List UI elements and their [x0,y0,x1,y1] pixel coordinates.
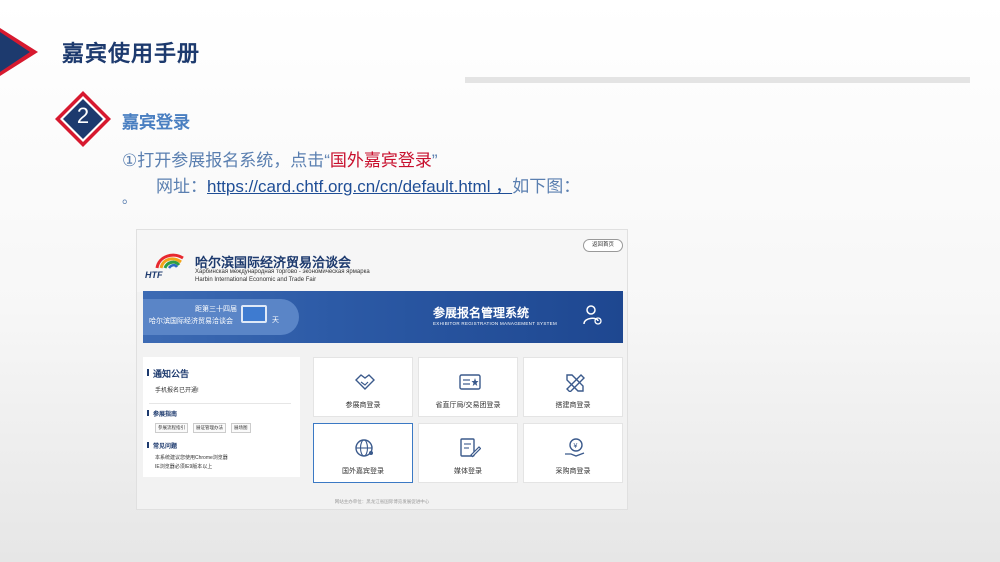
system-banner: 距第三十四届 哈尔滨国际经济贸易洽谈会 天 参展报名管理系统 EXHIBITOR… [143,291,623,343]
instruction-suffix: ” [431,151,438,170]
guide-tags: 参展流程指引 展证管理办法 展场图 [155,423,295,433]
tile-province-login[interactable]: 省直厅局/交易团登录 [418,357,518,417]
user-settings-icon [583,305,602,325]
countdown-line2: 哈尔滨国际经济贸易洽谈会 [149,318,233,325]
slide-title: 嘉宾使用手册 [62,41,201,66]
tile-media-login[interactable]: 媒体登录 [418,423,518,483]
countdown-unit: 天 [272,317,279,324]
document-pen-icon [460,438,481,458]
faq-line: 本系统建议您使用Chrome浏览器 [155,455,228,461]
countdown-days-box [241,305,267,323]
title-underline-bar [465,77,970,83]
notice-panel: 通知公告 手机报名已开通! 参展指南 参展流程指引 展证管理办法 展场图 常见问… [143,357,300,477]
tile-builder-login[interactable]: 搭建商登录 [523,357,623,417]
url-link[interactable]: https://card.chtf.org.cn/cn/default.html… [207,177,512,196]
tools-icon [566,374,585,392]
tile-label: 参展商登录 [345,402,381,409]
id-card-icon [459,374,481,390]
tile-buyer-login[interactable]: ¥ 采购商登录 [523,423,623,483]
faq-line: IE浏览器必须IE9版本以上 [155,464,213,470]
guide-tag[interactable]: 展场图 [231,423,251,433]
tile-exhibitor-login[interactable]: 参展商登录 [313,357,413,417]
tile-label: 媒体登录 [454,468,482,475]
guide-heading: 参展指南 [146,409,177,418]
corner-decoration [0,28,38,76]
tile-label: 采购商登录 [555,468,591,475]
registration-site-screenshot: HTF 哈尔滨国际经济贸易洽谈会 Харбинская международна… [136,229,628,510]
notice-divider [149,403,291,404]
notice-text[interactable]: 手机报名已开通! [155,385,199,394]
faq-heading: 常见问题 [146,441,177,450]
guide-tag[interactable]: 展证管理办法 [193,423,226,433]
trailing-mark: 。 [122,190,136,206]
tile-label: 搭建商登录 [555,402,591,409]
instruction-text: ①打开参展报名系统，点击“国外嘉宾登录” [122,146,438,171]
htf-logo-icon: HTF [145,253,184,280]
money-hand-icon: ¥ [565,438,585,457]
guide-tag[interactable]: 参展流程指引 [155,423,188,433]
countdown-line1: 距第三十四届 [195,306,237,313]
instruction-highlight: 国外嘉宾登录 [329,151,432,170]
section-heading: 嘉宾登录 [122,113,190,132]
step-number: 2 [76,103,90,128]
tile-label: 国外嘉宾登录 [342,468,384,475]
url-line: 网址：https://card.chtf.org.cn/cn/default.h… [156,172,580,197]
htf-logo-text: HTF [145,270,163,280]
url-suffix: 如下图： [512,177,581,196]
globe-user-icon [355,439,373,457]
return-home-button[interactable]: 返回首页 [583,239,623,252]
banner-subtitle: EXHIBITOR REGISTRATION MANAGEMENT SYSTEM [433,321,558,326]
instruction-prefix: ①打开参展报名系统，点击“ [122,151,330,170]
site-name-ru: Харбинская международная торгово - эконо… [195,269,370,275]
site-name-en: Harbin International Economic and Trade … [195,277,317,283]
site-header: HTF 哈尔滨国际经济贸易洽谈会 Харбинская международна… [137,230,627,292]
url-prefix: 网址： [156,177,207,196]
banner-title: 参展报名管理系统 [433,306,530,320]
tile-foreign-guest-login[interactable]: 国外嘉宾登录 [313,423,413,483]
tile-label: 省直厅局/交易团登录 [435,402,501,409]
handshake-icon [355,374,375,390]
site-footer: 网站主办单位：黑龙江省国际博览发展促进中心 [334,499,430,504]
svg-text:¥: ¥ [574,443,578,450]
notice-heading: 通知公告 [146,369,190,379]
